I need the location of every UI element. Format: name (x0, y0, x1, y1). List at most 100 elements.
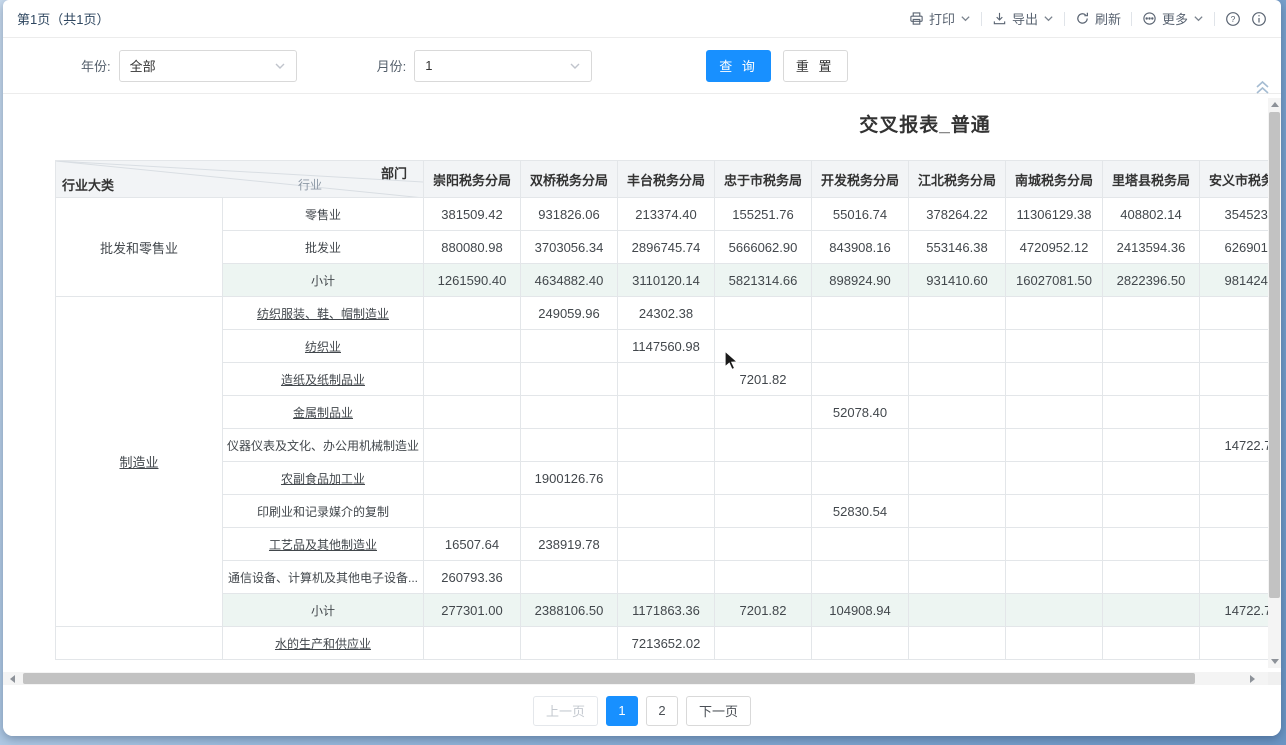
industry-cell[interactable]: 金属制品业 (223, 396, 424, 429)
month-label: 月份: (377, 56, 407, 75)
export-button[interactable]: 导出 (992, 9, 1054, 28)
page-button-2[interactable]: 2 (646, 696, 678, 726)
value-cell (424, 396, 521, 429)
column-header: 丰台税务分局 (618, 161, 715, 198)
scroll-up-button[interactable] (1268, 98, 1281, 111)
value-cell: 2896745.74 (618, 231, 715, 264)
horizontal-scrollbar[interactable] (3, 672, 1268, 685)
scroll-right-button[interactable] (1246, 672, 1259, 685)
horizontal-scrollbar-thumb[interactable] (23, 673, 1195, 684)
print-button[interactable]: 打印 (909, 9, 971, 28)
value-cell (618, 495, 715, 528)
industry-cell[interactable]: 水的生产和供应业 (223, 627, 424, 660)
more-button[interactable]: 更多 (1142, 9, 1204, 28)
value-cell (1200, 528, 1269, 561)
industry-cell: 通信设备、计算机及其他电子设备... (223, 561, 424, 594)
value-cell (1103, 528, 1200, 561)
query-button[interactable]: 查 询 (706, 50, 771, 82)
value-cell: 7213652.02 (618, 627, 715, 660)
value-cell: 843908.16 (812, 231, 909, 264)
reset-button[interactable]: 重 置 (783, 50, 848, 82)
table-row: 水的生产和供应业 7213652.02 (56, 627, 1269, 660)
year-select-value: 全部 (130, 56, 156, 75)
table-row: 仪器仪表及文化、办公用机械制造业14722.7 (56, 429, 1269, 462)
report-title: 交叉报表_普通 (55, 110, 1268, 137)
value-cell (1006, 297, 1103, 330)
value-cell (909, 330, 1006, 363)
value-cell: 249059.96 (521, 297, 618, 330)
table-row: 小计277301.002388106.501171863.367201.8210… (56, 594, 1269, 627)
refresh-button[interactable]: 刷新 (1075, 9, 1121, 28)
table-row: 小计1261590.404634882.403110120.145821314.… (56, 264, 1269, 297)
value-cell: 277301.00 (424, 594, 521, 627)
corner-label-department: 部门 (381, 163, 407, 182)
value-cell (812, 363, 909, 396)
chevron-down-icon (1043, 13, 1054, 24)
vertical-scrollbar-thumb[interactable] (1269, 112, 1280, 598)
value-cell: 378264.22 (909, 198, 1006, 231)
industry-cell[interactable]: 工艺品及其他制造业 (223, 528, 424, 561)
month-select[interactable]: 1 (414, 50, 592, 82)
industry-cell: 小计 (223, 264, 424, 297)
prev-page-button[interactable]: 上一页 (533, 696, 598, 726)
year-select[interactable]: 全部 (119, 50, 297, 82)
industry-cell: 零售业 (223, 198, 424, 231)
value-cell (1200, 363, 1269, 396)
table-row: 批发和零售业零售业381509.42931826.06213374.401552… (56, 198, 1269, 231)
value-cell (1006, 330, 1103, 363)
value-cell (812, 528, 909, 561)
chevron-down-icon (569, 60, 581, 72)
value-cell (521, 363, 618, 396)
table-row: 印刷业和记录媒介的复制52830.54 (56, 495, 1269, 528)
help-button[interactable]: ? (1225, 11, 1241, 27)
value-cell (1103, 330, 1200, 363)
value-cell (618, 396, 715, 429)
table-row: 批发业880080.983703056.342896745.745666062.… (56, 231, 1269, 264)
value-cell (424, 330, 521, 363)
report-viewer-window: 第1页（共1页） 打印 导出 刷新 (3, 0, 1281, 736)
value-cell (424, 495, 521, 528)
value-cell (1103, 462, 1200, 495)
industry-cell[interactable]: 造纸及纸制品业 (223, 363, 424, 396)
value-cell: 1171863.36 (618, 594, 715, 627)
industry-cell[interactable]: 纺织业 (223, 330, 424, 363)
value-cell (1200, 297, 1269, 330)
header-row: 部门 行业 行业大类 崇阳税务分局双桥税务分局丰台税务分局忠于市税务局开发税务分… (56, 161, 1269, 198)
value-cell: 3703056.34 (521, 231, 618, 264)
page-info: 第1页（共1页） (17, 9, 109, 28)
industry-cell: 小计 (223, 594, 424, 627)
column-header: 忠于市税务局 (715, 161, 812, 198)
help-icon: ? (1225, 11, 1241, 27)
table-row: 纺织业1147560.98 (56, 330, 1269, 363)
scroll-left-button[interactable] (6, 672, 19, 685)
value-cell (1006, 462, 1103, 495)
industry-cell[interactable]: 农副食品加工业 (223, 462, 424, 495)
value-cell (909, 594, 1006, 627)
value-cell (909, 528, 1006, 561)
value-cell: 14722.7 (1200, 429, 1269, 462)
corner-label-industry-group: 行业大类 (62, 175, 114, 194)
value-cell: 16507.64 (424, 528, 521, 561)
collapse-panel-icon[interactable] (1254, 80, 1271, 95)
value-cell (1006, 528, 1103, 561)
industry-cell: 批发业 (223, 231, 424, 264)
value-cell (715, 627, 812, 660)
value-cell (618, 561, 715, 594)
crosstab-table: 部门 行业 行业大类 崇阳税务分局双桥税务分局丰台税务分局忠于市税务局开发税务分… (55, 160, 1268, 660)
more-label: 更多 (1162, 9, 1188, 28)
value-cell (424, 627, 521, 660)
industry-group-cell[interactable]: 制造业 (56, 297, 223, 627)
value-cell (1103, 297, 1200, 330)
vertical-scrollbar[interactable] (1268, 98, 1281, 668)
value-cell (521, 429, 618, 462)
scroll-down-button[interactable] (1268, 655, 1281, 668)
value-cell: 981424. (1200, 264, 1269, 297)
info-button[interactable] (1251, 11, 1267, 27)
page-button-1[interactable]: 1 (606, 696, 638, 726)
next-page-button[interactable]: 下一页 (686, 696, 751, 726)
toolbar: 第1页（共1页） 打印 导出 刷新 (3, 0, 1281, 38)
value-cell: 14722.7 (1200, 594, 1269, 627)
value-cell (1006, 627, 1103, 660)
toolbar-divider (1214, 12, 1215, 26)
industry-cell[interactable]: 纺织服装、鞋、帽制造业 (223, 297, 424, 330)
